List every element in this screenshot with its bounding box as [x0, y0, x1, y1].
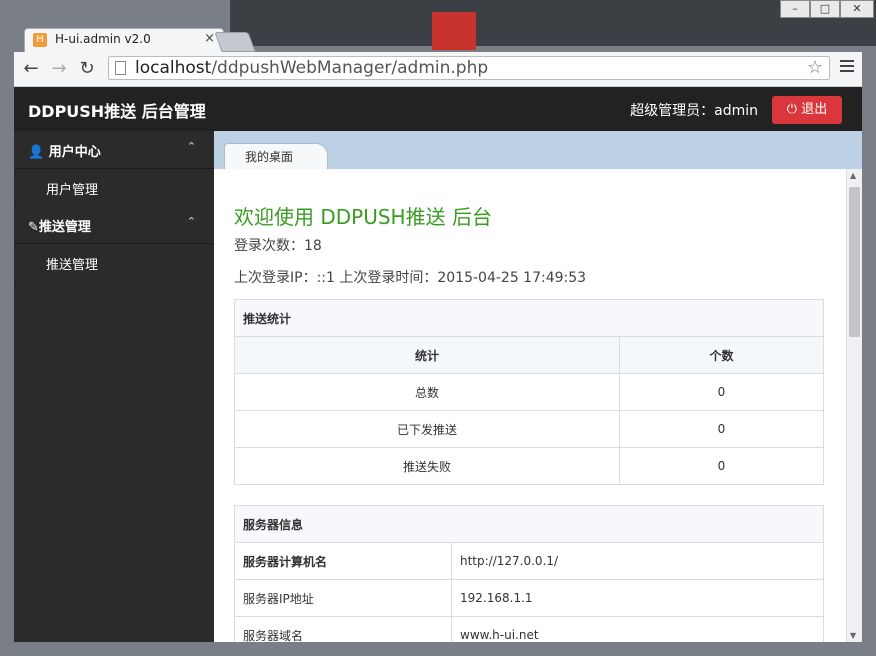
table-cell: 0 — [619, 373, 824, 411]
logout-button[interactable]: ⏻ 退出 — [772, 96, 842, 124]
tab-close-icon[interactable]: × — [204, 31, 215, 46]
table-cell: 0 — [619, 447, 824, 485]
table-cell: 已下发推送 — [234, 410, 620, 448]
last-login-info: 上次登录IP：::1 上次登录时间：2015-04-25 17:49:53 — [234, 270, 587, 286]
browser-tab[interactable]: H H-ui.admin v2.0 × — [24, 28, 224, 52]
power-icon: ⏻ — [786, 102, 798, 117]
table-row: 服务器计算机名 http://127.0.0.1/ — [234, 542, 824, 580]
table-caption: 服务器信息 — [234, 505, 824, 543]
brand-title: DDPUSH推送 后台管理 — [28, 102, 206, 121]
table-cell: http://127.0.0.1/ — [451, 542, 824, 580]
back-button[interactable]: ← — [20, 58, 42, 80]
chevron-up-icon: ⌃ — [186, 140, 196, 153]
chevron-up-icon: ⌃ — [186, 215, 196, 228]
sidebar-item-label: 用户管理 — [46, 183, 99, 198]
logout-label: 退出 — [801, 102, 828, 117]
browser-tab-strip: H H-ui.admin v2.0 × — [14, 28, 862, 52]
server-info-table: 服务器信息 服务器计算机名 http://127.0.0.1/ 服务器IP地址 … — [234, 505, 824, 642]
new-tab-button[interactable] — [214, 32, 256, 52]
user-icon: 👤 — [28, 145, 45, 160]
scroll-up-icon[interactable]: ▲ — [850, 171, 856, 180]
scrollbar-thumb[interactable] — [849, 187, 860, 337]
admin-label[interactable]: 超级管理员：admin — [630, 100, 758, 120]
table-cell: 服务器IP地址 — [234, 579, 452, 617]
forward-button[interactable]: → — [48, 58, 70, 80]
address-bar[interactable]: localhost/ddpushWebManager/admin.php ☆ — [108, 56, 830, 80]
bookmark-star-icon[interactable]: ☆ — [807, 57, 823, 78]
sidebar-section-label: 推送管理 — [38, 220, 91, 235]
table-cell: www.h-ui.net — [451, 616, 824, 642]
app-header: DDPUSH推送 后台管理 超级管理员：admin ⏻ 退出 — [14, 87, 862, 131]
sidebar-item-user-management[interactable]: 用户管理 — [14, 169, 214, 206]
table-cell: 推送失败 — [234, 447, 620, 485]
column-header: 统计 — [234, 336, 620, 374]
browser-tab-title: H-ui.admin v2.0 — [55, 32, 151, 46]
table-row: 推送失败 0 — [234, 447, 824, 485]
url-text: localhost/ddpushWebManager/admin.php — [135, 58, 489, 78]
browser-toolbar: ← → ↻ localhost/ddpushWebManager/admin.p… — [14, 52, 862, 87]
app-viewport: DDPUSH推送 后台管理 超级管理员：admin ⏻ 退出 👤 用户中心 ⌃ … — [14, 87, 862, 642]
table-row: 服务器域名 www.h-ui.net — [234, 616, 824, 642]
table-row: 服务器IP地址 192.168.1.1 — [234, 579, 824, 617]
table-cell: 服务器计算机名 — [234, 542, 452, 580]
favicon-icon: H — [33, 33, 47, 47]
table-cell: 总数 — [234, 373, 620, 411]
tab-my-desktop[interactable]: 我的桌面 — [224, 143, 328, 170]
table-row: 已下发推送 0 — [234, 410, 824, 448]
table-caption: 推送统计 — [234, 299, 824, 337]
sidebar-item-push-management[interactable]: 推送管理 — [14, 244, 214, 281]
edit-icon: ✎ — [28, 220, 39, 235]
maximize-button[interactable]: □ — [810, 0, 840, 18]
table-cell: 0 — [619, 410, 824, 448]
welcome-heading: 欢迎使用 DDPUSH推送 后台 — [234, 205, 492, 229]
minimize-button[interactable]: – — [780, 0, 810, 18]
table-cell: 192.168.1.1 — [451, 579, 824, 617]
table-cell: 服务器域名 — [234, 616, 452, 642]
scroll-down-icon[interactable]: ▼ — [850, 631, 856, 640]
push-stats-table: 推送统计 统计 个数 总数 0 已下发推送 0 推送失败 0 — [234, 299, 824, 485]
window-frame: – □ ✕ H H-ui.admin v2.0 × ← → ↻ localhos… — [0, 0, 876, 656]
sidebar-section-label: 用户中心 — [48, 145, 101, 160]
close-window-button[interactable]: ✕ — [840, 0, 874, 18]
sidebar-section-push-management[interactable]: ✎推送管理 ⌃ — [14, 206, 214, 244]
table-row: 总数 0 — [234, 373, 824, 411]
content-scrollbar[interactable]: ▲ ▼ — [846, 169, 862, 642]
sidebar-item-label: 推送管理 — [46, 258, 99, 273]
sidebar-section-user-center[interactable]: 👤 用户中心 ⌃ — [14, 131, 214, 169]
sidebar: 👤 用户中心 ⌃ 用户管理 ✎推送管理 ⌃ 推送管理 — [14, 131, 214, 642]
page-icon — [115, 61, 126, 75]
main-content: 欢迎使用 DDPUSH推送 后台 登录次数：18 上次登录IP：::1 上次登录… — [214, 169, 846, 642]
reload-button[interactable]: ↻ — [76, 58, 98, 80]
column-header: 个数 — [619, 336, 824, 374]
page-tab-bar: 我的桌面 — [214, 131, 862, 170]
browser-menu-icon[interactable] — [840, 60, 854, 75]
login-count: 登录次数：18 — [234, 238, 322, 254]
